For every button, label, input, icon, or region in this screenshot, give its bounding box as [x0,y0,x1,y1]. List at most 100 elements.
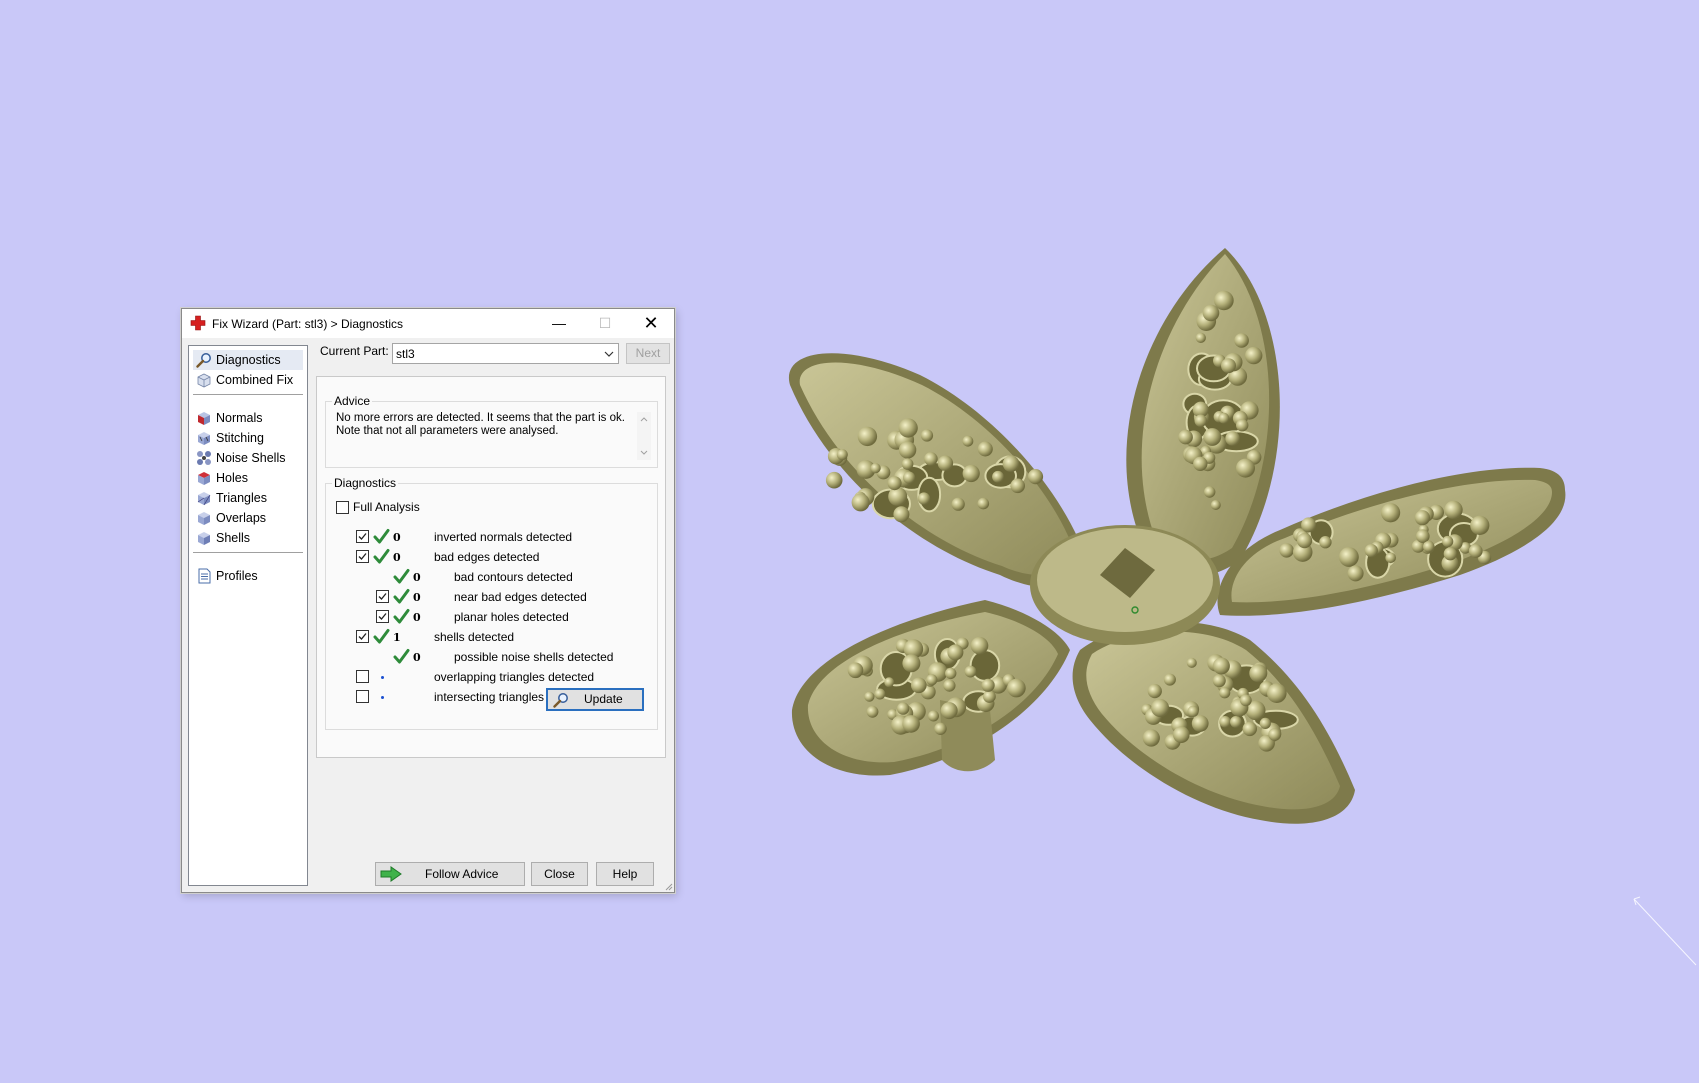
petal-hole [969,649,1001,682]
row-checkbox[interactable] [356,690,369,703]
sidebar-item-profiles[interactable]: Profiles [193,566,303,586]
bead-sphere [1142,729,1160,747]
bead-sphere [962,464,980,483]
bead-sphere [1163,673,1176,686]
bead-sphere [1468,544,1483,558]
follow-advice-button[interactable]: Follow Advice [375,862,525,886]
bead-sphere [1339,547,1359,567]
bead-sphere [981,678,995,692]
update-button[interactable]: Update [546,688,644,711]
sidebar-item-combined-fix[interactable]: Combined Fix [193,370,303,390]
sidebar-item-shells[interactable]: Shells [193,528,303,548]
sidebar-item-label: Combined Fix [216,373,294,387]
diagnostics-panel: Advice No more errors are detected. It s… [316,376,666,758]
sidebar-item-diagnostics[interactable]: Diagnostics [193,350,303,370]
bead-sphere [847,662,864,679]
current-part-select[interactable]: stl3 [392,343,619,364]
sidebar-item-stitching[interactable]: Stitching [193,428,303,448]
bead-sphere [1423,541,1435,553]
sidebar-item-overlaps[interactable]: Overlaps [193,508,303,528]
check-icon [373,549,390,564]
bead-sphere [898,418,918,438]
bead-sphere [920,429,934,442]
advice-text: No more errors are detected. It seems th… [336,412,626,438]
bead-sphere [992,470,1004,483]
count-value: 0 [413,571,421,584]
bead-sphere [1191,715,1209,732]
bead-sphere [1319,536,1332,549]
check-icon [373,529,390,544]
3d-flower-model[interactable] [770,230,1580,870]
sidebar-item-triangles[interactable]: Triangles [193,488,303,508]
bead-sphere [902,715,920,733]
bead-sphere [1212,674,1226,688]
bead-sphere [1297,533,1313,549]
update-label: Update [584,692,623,706]
close-button[interactable]: Close [531,862,588,886]
bead-sphere [1202,304,1220,322]
bead-sphere [1002,455,1020,472]
bead-sphere [1249,664,1268,683]
title-bar[interactable]: Fix Wizard (Part: stl3) > Diagnostics — … [182,309,674,338]
bead-sphere [964,665,977,678]
diagnostic-label: possible noise shells detected [454,650,614,664]
row-checkbox[interactable] [376,610,389,623]
bead-sphere [825,471,843,489]
sidebar-item-label: Overlaps [216,511,267,525]
sidebar-item-holes[interactable]: Holes [193,468,303,488]
maximize-button[interactable]: ☐ [582,309,628,338]
wizard-sidebar: Diagnostics Combined Fix Normals Stitchi… [188,345,308,886]
bead-sphere [857,426,878,447]
bead-sphere [1245,346,1263,365]
sidebar-item-label: Profiles [216,569,258,583]
bead-sphere [1236,419,1249,432]
bead-sphere [884,677,895,688]
full-analysis-checkbox[interactable] [336,501,349,514]
sidebar-item-noise-shells[interactable]: Noise Shells [193,448,303,468]
sidebar-item-label: Triangles [216,491,267,505]
follow-advice-label: Follow Advice [425,867,499,881]
next-button[interactable]: Next [626,343,670,364]
combined-fix-icon [197,373,211,388]
bead-sphere [1259,717,1271,729]
row-checkbox[interactable] [356,670,369,683]
fix-wizard-dialog: Fix Wizard (Part: stl3) > Diagnostics — … [181,308,675,893]
bead-sphere [1279,543,1294,558]
resize-grip-icon[interactable] [663,881,673,891]
diagnostics-title: Diagnostics [332,476,399,490]
count-value: 0 [413,591,421,604]
bead-sphere [1364,544,1378,558]
diagnostic-label: bad edges detected [434,550,540,564]
row-checkbox[interactable] [376,590,389,603]
overlaps-icon [198,512,210,525]
full-analysis-label: Full Analysis [353,500,420,514]
help-button[interactable]: Help [596,862,654,886]
sidebar-item-label: Noise Shells [216,451,286,465]
bead-sphere [1414,510,1430,526]
bead-sphere [1178,429,1193,445]
scroll-down-icon[interactable] [640,448,648,456]
bead-sphere [1470,515,1490,535]
sidebar-item-normals[interactable]: Normals [193,408,303,428]
diagnostic-label: overlapping triangles detected [434,670,595,684]
bead-sphere [970,636,989,655]
bead-sphere [926,674,938,686]
row-checkbox[interactable] [356,530,369,543]
row-checkbox[interactable] [356,550,369,563]
diagnostic-label: inverted normals detected [434,530,573,544]
shells-icon [198,532,210,545]
check-icon [393,589,410,604]
advice-scrollbar[interactable] [637,412,651,460]
minimize-button[interactable]: — [536,309,582,338]
noise-shells-icon [197,451,211,465]
magnifier-icon [553,693,568,708]
bead-sphere [924,452,938,466]
bead-sphere [977,497,990,510]
arrow-right-icon [380,866,402,882]
close-window-button[interactable]: ✕ [628,309,674,338]
bead-sphere [1194,414,1207,427]
sidebar-divider [193,394,303,395]
scroll-up-icon[interactable] [640,416,648,424]
row-checkbox[interactable] [356,630,369,643]
bead-sphere [1219,716,1231,728]
